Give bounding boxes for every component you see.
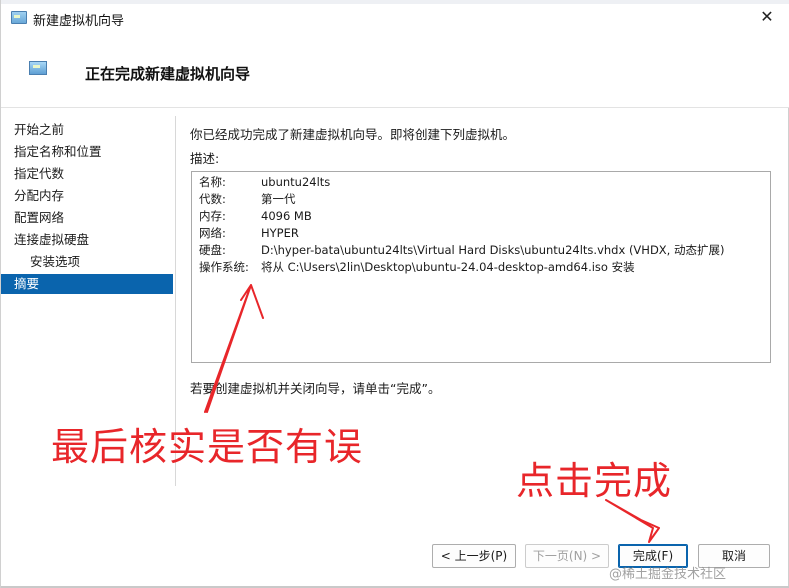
next-button[interactable]: 下一页(N) > bbox=[525, 544, 609, 568]
vm-wizard-header-icon bbox=[29, 61, 47, 75]
finish-instruction: 若要创建虚拟机并关闭向导，请单击“完成”。 bbox=[190, 381, 441, 396]
summary-row-memory: 内存: 4096 MB bbox=[199, 209, 312, 223]
sidebar-item-name-location[interactable]: 指定名称和位置 bbox=[1, 142, 173, 162]
summary-textbox[interactable]: 名称: ubuntu24lts 代数: 第一代 内存: 4096 MB 网络: HYPE… bbox=[191, 171, 771, 363]
wizard-steps-sidebar: 开始之前 指定名称和位置 指定代数 分配内存 配置网络 连接虚拟硬盘 安装选项 … bbox=[1, 116, 173, 588]
sidebar-item-memory[interactable]: 分配内存 bbox=[1, 186, 173, 206]
summary-row-os: 操作系统: 将从 C:\Users\2lin\Desktop\ubuntu-24.… bbox=[199, 260, 635, 274]
sidebar-item-summary[interactable]: 摘要 bbox=[1, 274, 173, 294]
sidebar-item-network[interactable]: 配置网络 bbox=[1, 208, 173, 228]
sidebar-item-virtual-disk[interactable]: 连接虚拟硬盘 bbox=[1, 230, 173, 250]
close-button[interactable]: ✕ bbox=[744, 4, 789, 32]
annotation-verify-text: 最后核实是否有误 bbox=[51, 425, 364, 469]
wizard-header: 正在完成新建虚拟机向导 bbox=[1, 32, 789, 108]
summary-row-network: 网络: HYPER bbox=[199, 226, 299, 240]
summary-row-generation: 代数: 第一代 bbox=[199, 192, 296, 206]
page-title: 正在完成新建虚拟机向导 bbox=[85, 65, 251, 83]
window-title: 新建虚拟机向导 bbox=[33, 14, 125, 29]
intro-text: 你已经成功完成了新建虚拟机向导。即将创建下列虚拟机。 bbox=[190, 127, 516, 142]
summary-row-disk: 硬盘: D:\hyper-bata\ubuntu24lts\Virtual Har… bbox=[199, 243, 725, 257]
title-bar: 新建虚拟机向导 ✕ bbox=[1, 4, 789, 32]
previous-button[interactable]: < 上一步(P) bbox=[432, 544, 516, 568]
watermark: @稀土掘金技术社区 bbox=[609, 567, 727, 582]
sidebar-item-install-options[interactable]: 安装选项 bbox=[1, 252, 173, 272]
wizard-window: 新建虚拟机向导 ✕ 正在完成新建虚拟机向导 开始之前 指定名称和位置 指定代数 … bbox=[0, 0, 789, 588]
sidebar-item-generation[interactable]: 指定代数 bbox=[1, 164, 173, 184]
description-label: 描述: bbox=[190, 151, 220, 166]
annotation-click-finish-text: 点击完成 bbox=[516, 459, 673, 503]
arrow-to-finish-button bbox=[605, 499, 660, 543]
sidebar-item-before-you-begin[interactable]: 开始之前 bbox=[1, 120, 173, 140]
vm-wizard-icon bbox=[11, 11, 27, 24]
summary-row-name: 名称: ubuntu24lts bbox=[199, 175, 331, 189]
